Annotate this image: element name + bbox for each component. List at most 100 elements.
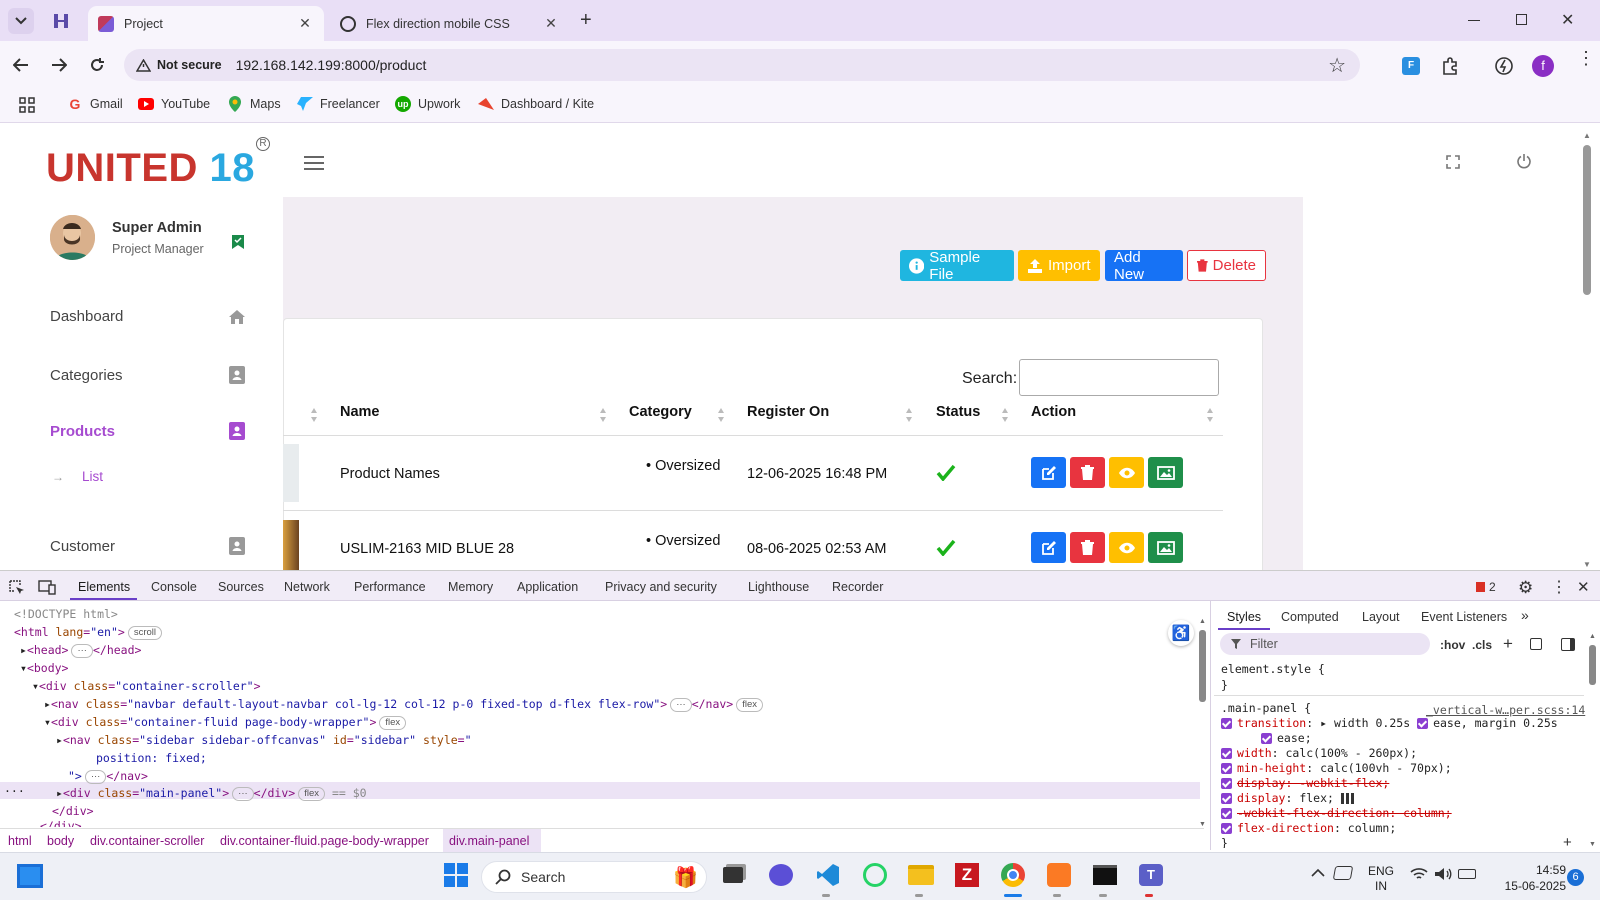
hamburger-menu-icon[interactable] (303, 155, 325, 171)
more-tabs-icon[interactable]: » (1521, 607, 1529, 623)
scroll-badge[interactable]: scroll (127, 625, 162, 640)
url-text[interactable]: 192.168.142.199:8000/product (236, 57, 427, 73)
sort-arrows-icon[interactable] (717, 407, 725, 423)
extensions-puzzle-icon[interactable] (1441, 56, 1461, 76)
sidebar-item-categories[interactable]: Categories (50, 366, 245, 384)
styles-scrollbar[interactable]: ▲ ▼ (1589, 633, 1597, 848)
close-tab-icon[interactable]: ✕ (542, 15, 560, 32)
edit-button[interactable] (1031, 532, 1066, 563)
fullscreen-icon[interactable] (1446, 155, 1460, 169)
sort-arrows-icon[interactable] (905, 407, 913, 423)
close-window-button[interactable]: ✕ (1561, 10, 1574, 30)
taskbar-search[interactable]: Search 🎁 (481, 861, 707, 893)
breadcrumb-main-panel[interactable]: div.main-panel (449, 834, 529, 848)
wifi-icon[interactable] (1410, 867, 1428, 881)
chrome-icon[interactable] (998, 860, 1028, 890)
sidebar-item-dashboard[interactable]: Dashboard (50, 308, 245, 325)
page-scrollbar[interactable]: ▲ ▼ (1582, 131, 1592, 569)
flex-badge[interactable]: flex (736, 697, 764, 712)
column-header-action[interactable]: Action (1031, 404, 1076, 420)
checkbox[interactable] (1221, 748, 1232, 759)
import-button[interactable]: Import (1018, 250, 1100, 281)
browser-menu-icon[interactable]: ⋮ (1577, 49, 1595, 67)
file-explorer-icon[interactable] (906, 860, 936, 890)
address-bar[interactable]: Not secure 192.168.142.199:8000/product … (124, 49, 1360, 81)
avatar[interactable] (50, 215, 95, 260)
css-element-style[interactable]: element.style { (1221, 662, 1325, 676)
issues-badge[interactable]: 2 (1476, 580, 1496, 594)
view-button[interactable] (1109, 532, 1144, 563)
start-button[interactable] (441, 860, 471, 890)
add-property-icon[interactable]: + (1563, 834, 1572, 851)
sidebar-item-customer[interactable]: Customer (50, 537, 245, 555)
devtools-tab-privacy[interactable]: Privacy and security (605, 580, 717, 594)
checkbox[interactable] (1221, 808, 1232, 819)
whatsapp-icon[interactable] (860, 860, 890, 890)
site-info-button[interactable]: Not secure (136, 58, 222, 72)
dom-line-div-close[interactable]: </div> (40, 819, 82, 827)
tab-project[interactable]: Project ✕ (88, 6, 324, 41)
task-view-icon[interactable] (718, 860, 748, 890)
terminal-icon[interactable] (1090, 860, 1120, 890)
styles-filter-input[interactable]: Filter (1220, 633, 1430, 655)
flex-editor-icon[interactable] (1340, 793, 1354, 804)
gallery-button[interactable] (1148, 457, 1183, 488)
column-header-category[interactable]: Category (629, 404, 692, 420)
hov-toggle[interactable]: :hov (1440, 638, 1465, 652)
dom-line-doctype[interactable]: <!DOCTYPE html> (14, 607, 118, 621)
ellipsis-badge[interactable]: ··· (232, 786, 254, 801)
bookmark-upwork[interactable]: up Upwork (395, 96, 460, 112)
css-prop-display[interactable]: display: flex; (1221, 791, 1354, 805)
devtools-tab-application[interactable]: Application (517, 580, 578, 594)
performance-icon[interactable] (1494, 56, 1514, 76)
css-source-link[interactable]: _vertical-w…per.scss:14 (1426, 703, 1585, 717)
tab-flex-direction[interactable]: Flex direction mobile CSS ✕ (330, 6, 570, 41)
dom-line-navbar[interactable]: ▸<nav class="navbar default-layout-navba… (44, 697, 764, 712)
devtools-tab-lighthouse[interactable]: Lighthouse (748, 580, 809, 594)
volume-icon[interactable] (1434, 867, 1452, 881)
filezilla-icon[interactable]: Z (952, 860, 982, 890)
close-tab-icon[interactable]: ✕ (296, 15, 314, 32)
bookmark-kite[interactable]: Dashboard / Kite (478, 96, 594, 112)
forward-button[interactable] (46, 52, 72, 78)
css-prop-min-height[interactable]: min-height: calc(100vh - 70px); (1221, 761, 1452, 775)
network-off-icon[interactable] (1332, 866, 1354, 880)
ellipsis-badge[interactable]: ··· (71, 643, 93, 658)
dom-line-container-scroller[interactable]: ▾<div class="container-scroller"> (32, 679, 261, 693)
new-tab-button[interactable]: + (580, 9, 592, 32)
battery-icon[interactable] (1458, 869, 1476, 879)
css-selector[interactable]: .main-panel { (1221, 701, 1311, 715)
clock[interactable]: 14:59 15-06-2025 (1500, 862, 1566, 894)
dom-line-sidebar-close[interactable]: "> ··· </nav> (68, 769, 148, 784)
united18-logo[interactable]: UNITED 18 (46, 146, 255, 191)
delete-row-button[interactable] (1070, 457, 1105, 488)
tab-group-icon[interactable] (52, 12, 70, 30)
view-button[interactable] (1109, 457, 1144, 488)
page-scrollbar-thumb[interactable] (1583, 145, 1591, 295)
checkbox[interactable] (1221, 718, 1232, 729)
minimize-button[interactable] (1468, 20, 1480, 21)
easing-swatch[interactable] (1261, 733, 1272, 744)
css-prop-webkit-display[interactable]: display: -webkit-flex; (1221, 776, 1389, 790)
widgets-icon[interactable] (17, 864, 43, 888)
xampp-icon[interactable] (1044, 860, 1074, 890)
add-rule-icon[interactable]: + (1503, 634, 1513, 654)
delete-button[interactable]: Delete (1187, 250, 1266, 281)
styles-tab-event-listeners[interactable]: Event Listeners (1421, 610, 1507, 624)
devtools-tab-elements[interactable]: Elements (78, 580, 130, 594)
dom-line-body[interactable]: ▾<body> (20, 661, 68, 675)
easing-swatch[interactable] (1417, 718, 1429, 729)
add-new-button[interactable]: Add New (1105, 249, 1183, 283)
restore-button[interactable] (1516, 14, 1527, 25)
devtools-tab-memory[interactable]: Memory (448, 580, 493, 594)
styles-scrollbar-thumb[interactable] (1589, 645, 1596, 685)
sort-arrows-icon[interactable] (1206, 407, 1214, 423)
css-prop-webkit-flex-direction[interactable]: -webkit-flex-direction: column; (1221, 806, 1452, 820)
chevron-up-icon[interactable] (1311, 868, 1325, 877)
sort-arrows-icon[interactable] (310, 407, 318, 423)
devtools-menu-icon[interactable]: ⋮ (1551, 577, 1567, 597)
close-devtools-icon[interactable]: ✕ (1577, 578, 1590, 596)
dom-scrollbar-thumb[interactable] (1199, 630, 1206, 702)
submenu-item-list[interactable]: → List (52, 469, 103, 484)
sidebar-item-products[interactable]: Products (50, 422, 245, 440)
